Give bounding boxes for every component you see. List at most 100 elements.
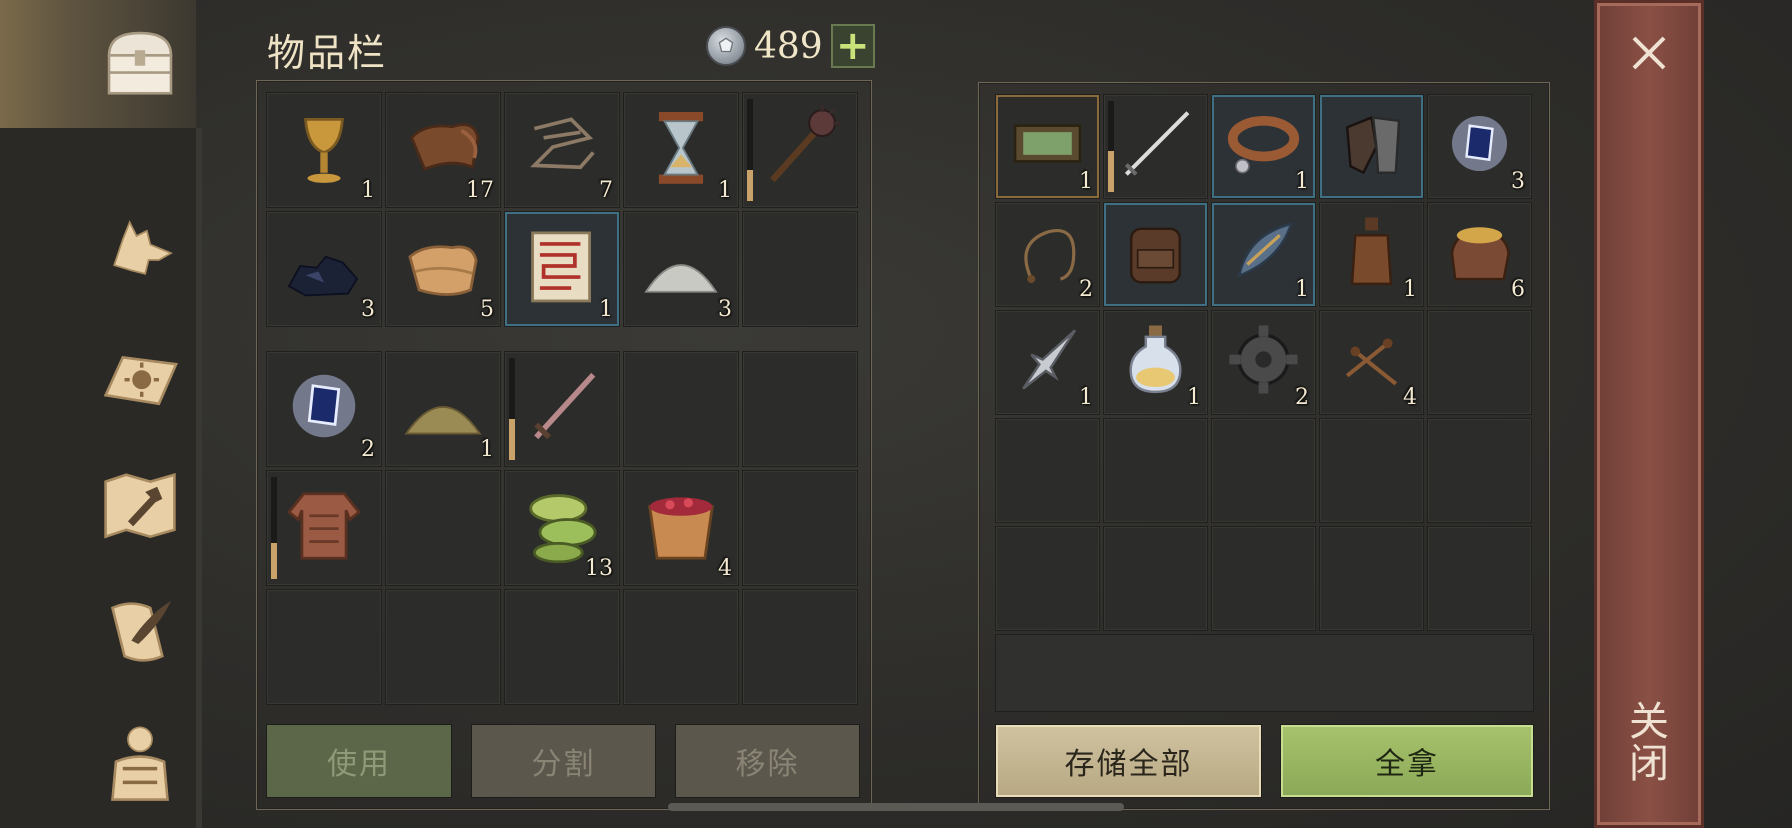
inventory-slot[interactable]: 2 <box>995 202 1100 307</box>
item-count: 7 <box>599 178 613 203</box>
wolf-icon <box>113 220 173 275</box>
close-label[interactable]: 关闭 <box>1622 700 1674 784</box>
horizontal-scrollbar[interactable] <box>668 803 1124 811</box>
inventory-slot[interactable]: 7 <box>504 92 620 208</box>
inventory-slot[interactable]: 3 <box>1427 94 1532 199</box>
inventory-slot[interactable]: 4 <box>1319 310 1424 415</box>
inventory-slot[interactable]: 1 <box>504 211 620 327</box>
inventory-slot[interactable] <box>1319 94 1424 199</box>
use-button[interactable]: 使用 <box>266 724 452 798</box>
inventory-slot[interactable]: 1 <box>995 310 1100 415</box>
inventory-slot[interactable]: 6 <box>1427 202 1532 307</box>
berry-bucket-icon <box>634 479 728 571</box>
empty-slot[interactable] <box>385 470 501 586</box>
item-count: 5 <box>480 297 494 322</box>
mace-icon <box>753 101 847 193</box>
take-all-button[interactable]: 全拿 <box>1280 724 1534 798</box>
inventory-slot[interactable] <box>504 351 620 467</box>
durability-bar <box>271 477 277 579</box>
empty-slot[interactable] <box>1103 418 1208 523</box>
inventory-slot[interactable]: 13 <box>504 470 620 586</box>
remove-button[interactable]: 移除 <box>675 724 860 798</box>
sidebar-edge <box>196 128 202 828</box>
cloth-icon <box>396 220 490 312</box>
scroll-quill-icon <box>110 601 171 662</box>
frame-icon <box>1006 103 1089 184</box>
empty-slot[interactable] <box>504 589 620 705</box>
empty-slot[interactable] <box>742 211 858 327</box>
inventory-slot[interactable]: 2 <box>1211 310 1316 415</box>
whip-icon <box>1006 211 1089 292</box>
inventory-slot[interactable] <box>742 92 858 208</box>
durability-bar <box>509 358 515 460</box>
empty-slot[interactable] <box>1427 418 1532 523</box>
inventory-slot[interactable]: 3 <box>623 211 739 327</box>
empty-slot[interactable] <box>1319 418 1424 523</box>
backpack-icon <box>1114 211 1197 292</box>
empty-slot[interactable] <box>742 351 858 467</box>
inventory-slot[interactable]: 1 <box>1211 202 1316 307</box>
empty-slot[interactable] <box>385 589 501 705</box>
item-count: 3 <box>1511 169 1525 194</box>
empty-slot[interactable] <box>995 418 1100 523</box>
bow-icon <box>1222 211 1305 292</box>
sun-book-icon <box>103 355 178 406</box>
inventory-upper-grid: 1 17 7 1 3 5 1 3 <box>266 92 858 327</box>
empty-slot[interactable] <box>1211 418 1316 523</box>
durability-bar <box>1108 101 1114 192</box>
inventory-slot[interactable]: 2 <box>266 351 382 467</box>
scroll-icon <box>515 220 609 312</box>
add-currency-button[interactable]: + <box>830 24 875 68</box>
empty-slot[interactable] <box>742 470 858 586</box>
sidebar-item-pets[interactable] <box>92 200 188 296</box>
inventory-slot[interactable]: 1 <box>385 351 501 467</box>
inventory-slot[interactable]: 17 <box>385 92 501 208</box>
potion-icon <box>1114 319 1197 400</box>
empty-slot[interactable] <box>742 589 858 705</box>
coin-icon <box>706 26 746 66</box>
page-title: 物品栏 <box>267 31 388 75</box>
item-count: 2 <box>1079 277 1093 302</box>
empty-slot[interactable] <box>1319 526 1424 631</box>
empty-slot[interactable] <box>1427 310 1532 415</box>
inventory-slot[interactable]: 3 <box>266 211 382 327</box>
inventory-slot[interactable]: 1 <box>266 92 382 208</box>
sidebar-item-crafting[interactable] <box>92 456 188 552</box>
inventory-slot[interactable]: 5 <box>385 211 501 327</box>
empty-slot[interactable] <box>995 526 1100 631</box>
item-count: 1 <box>1295 277 1309 302</box>
store-all-button[interactable]: 存储全部 <box>995 724 1262 798</box>
empty-slot[interactable] <box>623 589 739 705</box>
coal-icon <box>277 220 371 312</box>
empty-slot[interactable] <box>266 589 382 705</box>
inventory-slot[interactable] <box>1103 202 1208 307</box>
sidebar-item-inventory[interactable] <box>92 16 188 112</box>
item-count: 1 <box>1187 385 1201 410</box>
currency-display: 489 + <box>706 24 875 68</box>
item-count: 1 <box>599 297 613 322</box>
inventory-slot[interactable]: 4 <box>623 470 739 586</box>
inventory-slot[interactable]: 1 <box>995 94 1100 199</box>
sword-icon <box>515 360 609 452</box>
sidebar-item-skills[interactable] <box>92 330 188 426</box>
close-panel[interactable]: 关闭 <box>1594 0 1704 828</box>
crystal-icon <box>1438 103 1521 184</box>
close-icon[interactable] <box>1624 28 1674 78</box>
inventory-slot[interactable] <box>266 470 382 586</box>
sidebar-item-quests[interactable] <box>92 584 188 680</box>
inventory-slot[interactable]: 1 <box>1103 310 1208 415</box>
empty-slot[interactable] <box>1211 526 1316 631</box>
sidebar-item-character[interactable] <box>92 712 188 808</box>
inventory-slot[interactable]: 1 <box>1319 202 1424 307</box>
item-count: 4 <box>718 556 732 581</box>
rope-icon <box>515 101 609 193</box>
inventory-slot[interactable] <box>1103 94 1208 199</box>
inventory-slot[interactable]: 1 <box>1211 94 1316 199</box>
empty-slot[interactable] <box>623 351 739 467</box>
empty-slot[interactable] <box>1427 526 1532 631</box>
goblet-icon <box>277 101 371 193</box>
nails-icon <box>1330 319 1413 400</box>
inventory-slot[interactable]: 1 <box>623 92 739 208</box>
split-button[interactable]: 分割 <box>471 724 656 798</box>
empty-slot[interactable] <box>1103 526 1208 631</box>
